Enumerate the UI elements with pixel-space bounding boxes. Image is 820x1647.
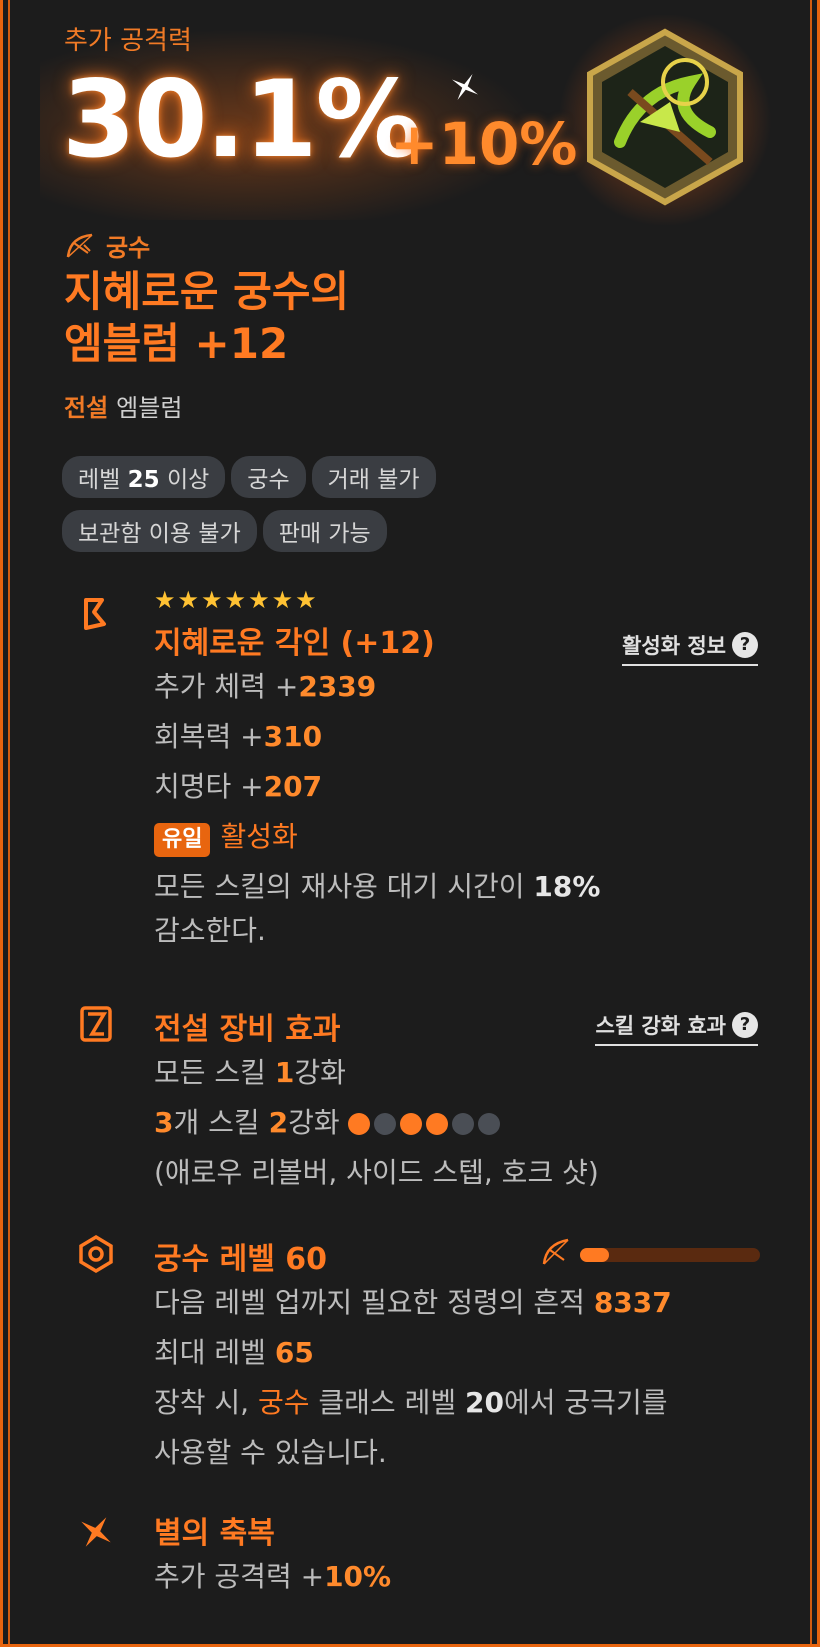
item-grade: 전설 엠블럼 <box>64 388 182 423</box>
skill-level-dot <box>425 1113 448 1135</box>
activation-info-link[interactable]: 활성화 정보? <box>622 630 758 666</box>
skill-level-dots <box>347 1113 500 1135</box>
frame-left-line <box>8 0 10 1647</box>
item-name: 지혜로운 궁수의 엠블럼 +12 <box>64 266 349 370</box>
frame-right-line <box>810 0 812 1647</box>
engrave-title: 지혜로운 각인 (+12) <box>154 626 435 661</box>
sparkle-icon <box>452 74 478 100</box>
class-level-line2: 최대 레벨 65 <box>154 1336 314 1369</box>
stat-label: 추가 공격력 <box>64 26 192 56</box>
tag-level: 레벨 25 이상 <box>62 456 226 498</box>
grade-type: 엠블럼 <box>116 394 183 422</box>
item-name-line2: 엠블럼 +12 <box>64 319 289 368</box>
class-row: 궁수 <box>64 228 150 263</box>
tag-no-trade: 거래 불가 <box>311 456 436 498</box>
stat-value: 30.1% <box>62 58 422 181</box>
skill-enhance-link[interactable]: 스킬 강화 효과? <box>595 1010 758 1046</box>
class-level-line4: 사용할 수 있습니다. <box>154 1436 387 1469</box>
item-name-line1: 지혜로운 궁수의 <box>64 267 350 316</box>
grade-label: 전설 <box>64 394 109 422</box>
star-blessing-title: 별의 축복 <box>154 1516 275 1551</box>
class-name: 궁수 <box>106 234 151 262</box>
engrave-stat-recovery: 회복력 +310 <box>154 720 323 753</box>
engrave-stat-hp: 추가 체력 +2339 <box>154 670 377 703</box>
bow-small-icon <box>542 1238 569 1265</box>
skill-level-dot <box>477 1113 500 1135</box>
legend-effect-line2: 3개 스킬 2강화 <box>154 1098 599 1148</box>
legend-effect-title: 전설 장비 효과 <box>154 1012 341 1047</box>
unique-activation: 유일 활성화 <box>154 812 600 862</box>
class-level-line1: 다음 레벨 업까지 필요한 정령의 흔적 8337 <box>154 1286 672 1319</box>
enhance-stars: ★★★★★★★ <box>154 586 319 614</box>
star-sparkle-icon <box>81 1517 111 1547</box>
bow-icon <box>66 233 93 258</box>
emblem-icon <box>587 28 743 206</box>
stat-bonus: +10% <box>390 110 578 178</box>
help-icon: ? <box>732 1012 758 1038</box>
skill-level-dot <box>347 1113 370 1135</box>
class-exp-fill <box>580 1248 609 1262</box>
class-level-icon <box>79 1234 113 1274</box>
engrave-desc: 모든 스킬의 재사용 대기 시간이 18% <box>154 870 601 903</box>
unique-badge: 유일 <box>154 823 211 857</box>
legend-effect-skills: (애로우 리볼버, 사이드 스텝, 호크 샷) <box>154 1156 599 1189</box>
skill-level-dot <box>451 1113 474 1135</box>
tag-sellable: 판매 가능 <box>262 510 387 552</box>
item-tags: 레벨 25 이상 궁수 거래 불가 보관함 이용 불가 판매 가능 <box>62 456 622 564</box>
class-level-line3: 장착 시, 궁수 클래스 레벨 20에서 궁극기를 <box>154 1386 668 1419</box>
skill-level-dot <box>399 1113 422 1135</box>
tag-no-storage: 보관함 이용 불가 <box>62 510 257 552</box>
help-icon: ? <box>732 632 758 658</box>
legend-effect-line1: 모든 스킬 1강화 <box>154 1056 346 1089</box>
tag-class: 궁수 <box>231 456 306 498</box>
legend-equipment-icon <box>80 1006 112 1042</box>
skill-level-dot <box>373 1113 396 1135</box>
engrave-stat-crit: 치명타 +207 <box>154 770 323 803</box>
star-blessing-stat: 추가 공격력 +10% <box>154 1560 392 1593</box>
engrave-icon <box>84 598 106 630</box>
engrave-desc-2: 감소한다. <box>154 914 266 947</box>
class-exp-bar <box>580 1248 760 1262</box>
